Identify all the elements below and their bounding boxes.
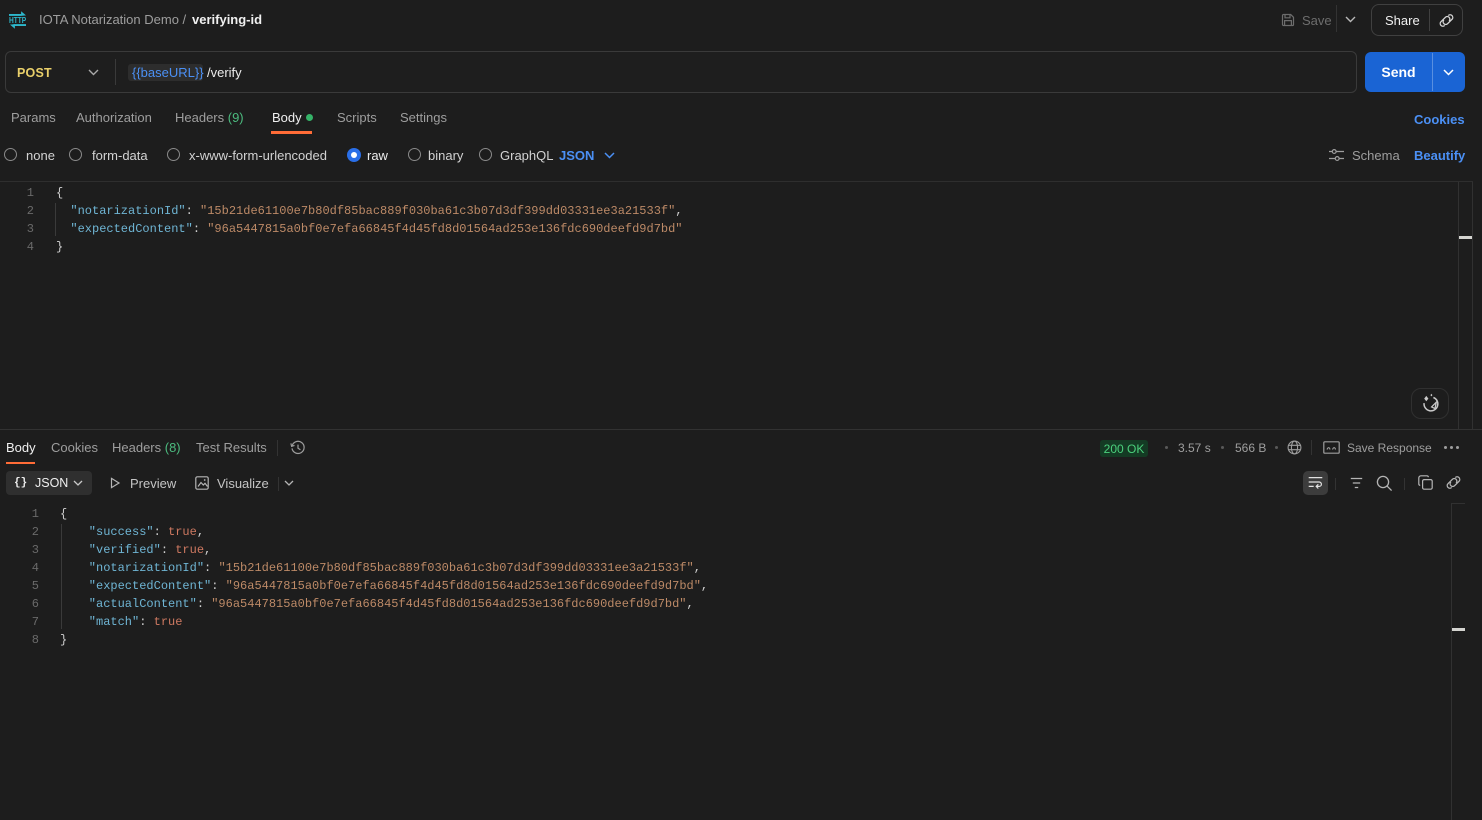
svg-text:HTTP: HTTP (9, 15, 26, 25)
